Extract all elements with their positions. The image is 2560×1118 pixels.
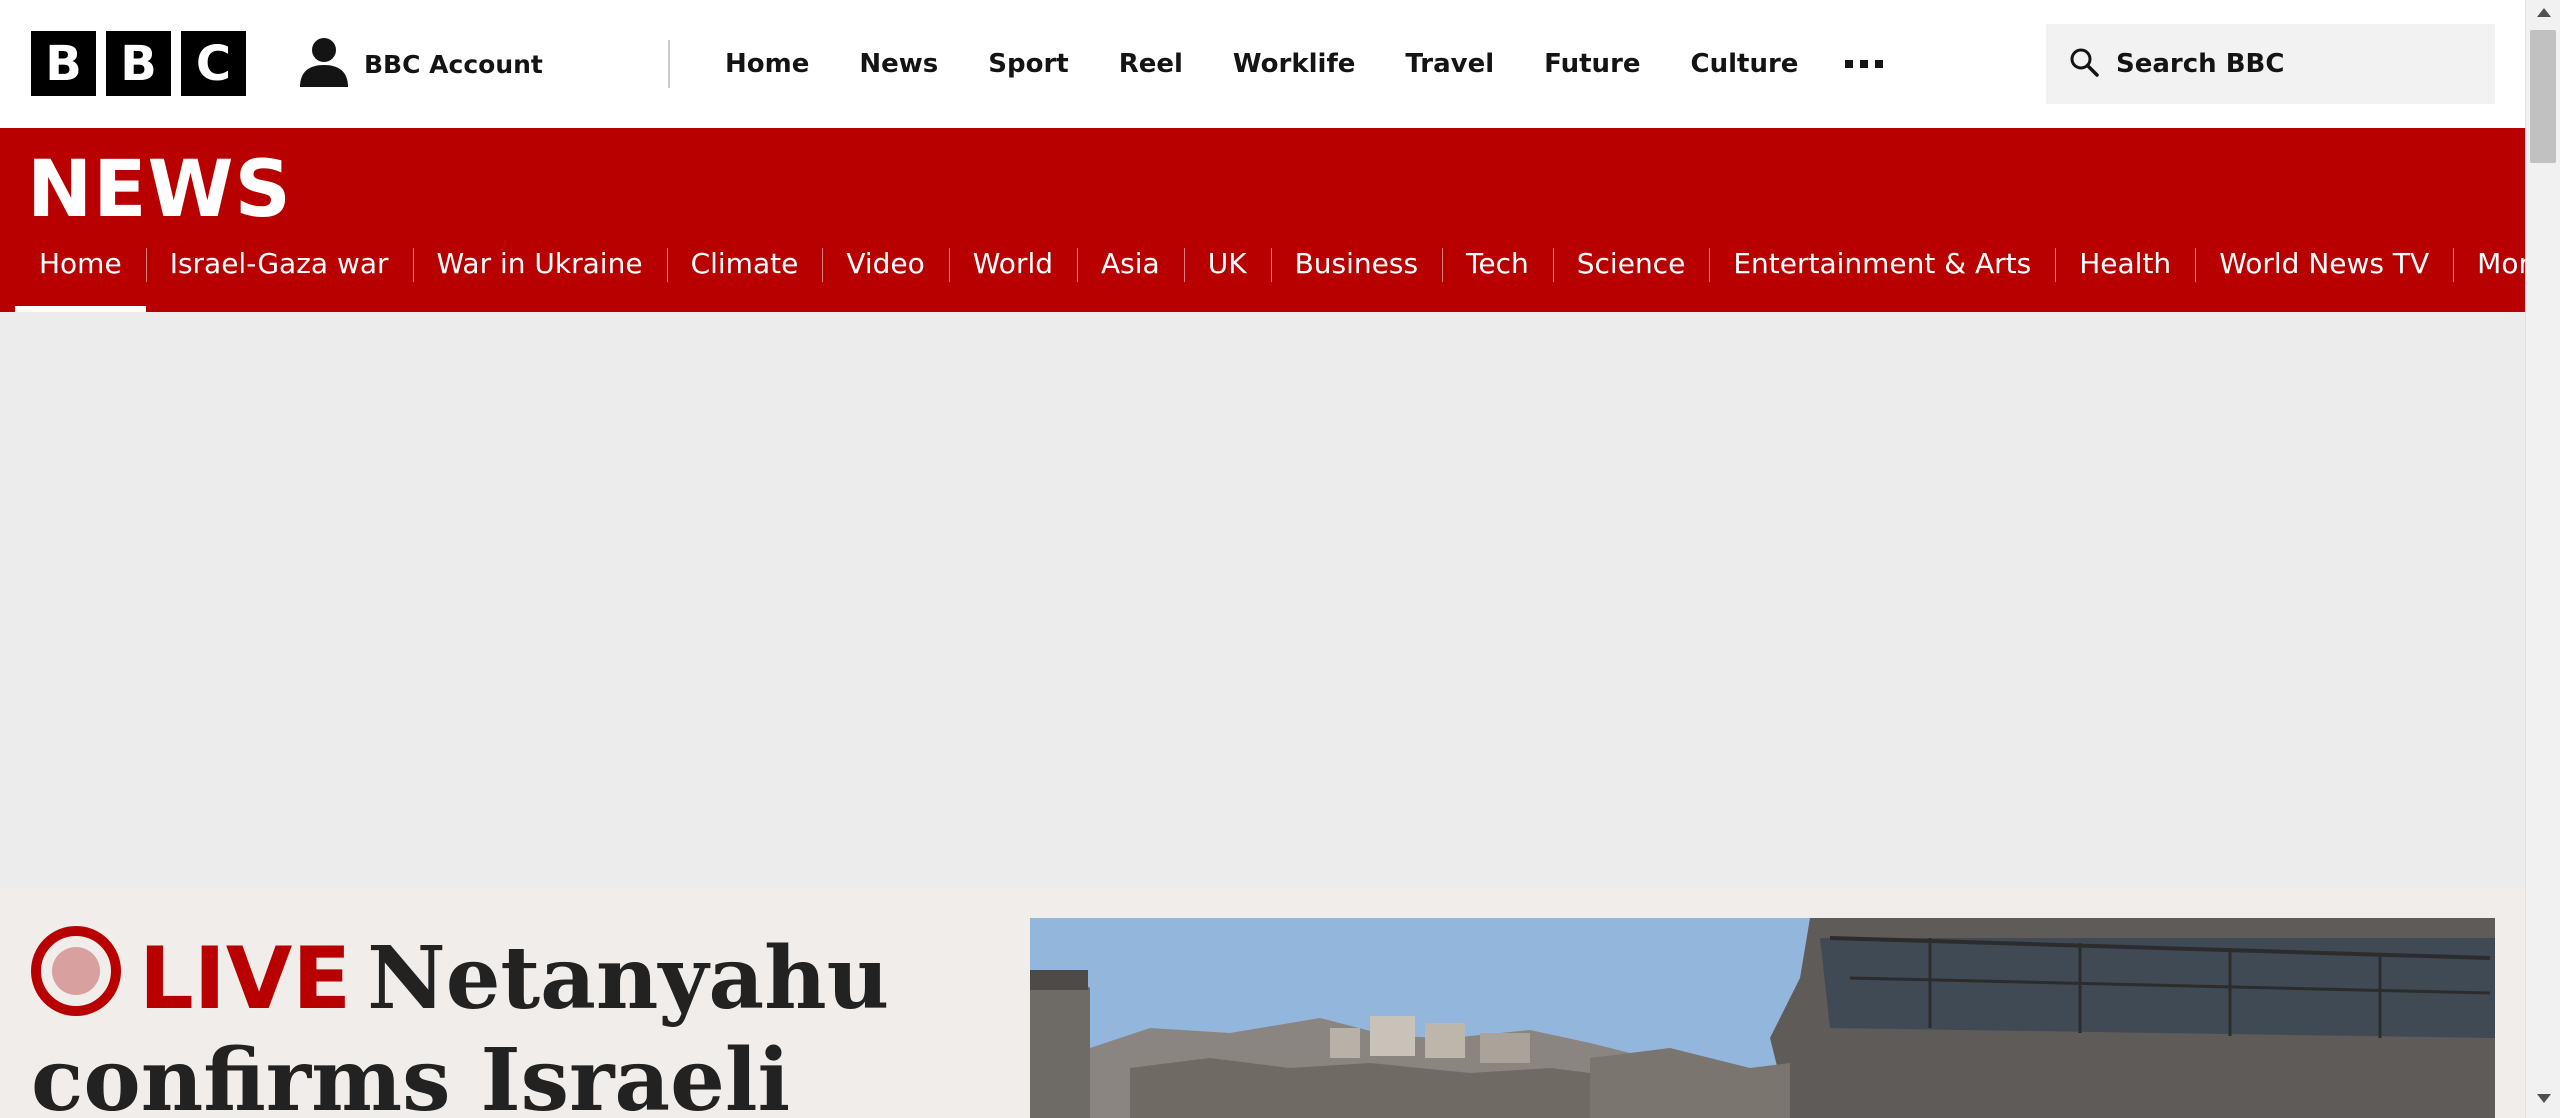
masthead-nav: Home News Sport Reel Worklife Travel Fut…: [700, 36, 1905, 92]
news-nav-world-news-tv[interactable]: World News TV: [2195, 244, 2453, 312]
user-icon: [298, 35, 350, 93]
page-scrollbar[interactable]: [2525, 0, 2560, 1118]
bbc-logo-letter: B: [106, 31, 171, 96]
ellipsis-icon[interactable]: [1823, 60, 1905, 68]
bbc-logo-letter: C: [181, 31, 246, 96]
masthead-nav-home[interactable]: Home: [700, 49, 834, 79]
scroll-up-arrow-icon[interactable]: [2537, 8, 2551, 17]
lead-story: LIVE Netanyahu confirms Israeli: [0, 888, 2525, 1118]
news-nav-world[interactable]: World: [948, 244, 1077, 312]
search-placeholder: Search BBC: [2116, 49, 2285, 79]
news-nav-entertainment-arts[interactable]: Entertainment & Arts: [1709, 244, 2055, 312]
lead-story-image[interactable]: [1030, 918, 2495, 1118]
bbc-account-link[interactable]: BBC Account: [298, 37, 543, 91]
account-label: BBC Account: [364, 49, 543, 79]
masthead-nav-worklife[interactable]: Worklife: [1208, 49, 1381, 79]
news-nav-science[interactable]: Science: [1552, 244, 1710, 312]
masthead-nav-travel[interactable]: Travel: [1380, 49, 1519, 79]
news-title[interactable]: NEWS: [27, 145, 292, 235]
live-icon: [31, 926, 121, 1016]
masthead-nav-sport[interactable]: Sport: [963, 49, 1093, 79]
news-nav-war-in-ukraine[interactable]: War in Ukraine: [412, 244, 667, 312]
bbc-masthead: B B C BBC Account Home News Sport Reel W…: [0, 0, 2525, 128]
news-nav-video[interactable]: Video: [822, 244, 948, 312]
lead-headline[interactable]: LIVE Netanyahu confirms Israeli: [31, 926, 991, 1118]
news-nav-climate[interactable]: Climate: [666, 244, 823, 312]
news-nav-health[interactable]: Health: [2055, 244, 2195, 312]
masthead-nav-reel[interactable]: Reel: [1094, 49, 1208, 79]
live-label: LIVE: [139, 929, 352, 1029]
search-bbc-input[interactable]: Search BBC: [2046, 24, 2495, 104]
news-nav-tech[interactable]: Tech: [1442, 244, 1553, 312]
news-nav-israel-gaza-war[interactable]: Israel-Gaza war: [145, 244, 413, 312]
scroll-down-arrow-icon[interactable]: [2537, 1094, 2551, 1103]
news-nav-home[interactable]: Home: [15, 244, 146, 312]
masthead-nav-culture[interactable]: Culture: [1666, 49, 1824, 79]
news-nav-asia[interactable]: Asia: [1077, 244, 1184, 312]
masthead-nav-future[interactable]: Future: [1519, 49, 1665, 79]
news-nav: Home Israel-Gaza war War in Ukraine Clim…: [15, 244, 2560, 312]
masthead-nav-news[interactable]: News: [834, 49, 963, 79]
news-band: NEWS Home Israel-Gaza war War in Ukraine…: [0, 128, 2560, 312]
advertisement-placeholder: [0, 312, 2525, 888]
bbc-logo[interactable]: B B C: [31, 31, 246, 96]
scroll-thumb[interactable]: [2530, 30, 2556, 163]
bbc-logo-letter: B: [31, 31, 96, 96]
news-nav-uk[interactable]: UK: [1183, 244, 1271, 312]
masthead-divider: [668, 40, 670, 88]
news-nav-business[interactable]: Business: [1270, 244, 1442, 312]
search-icon: [2068, 46, 2100, 82]
